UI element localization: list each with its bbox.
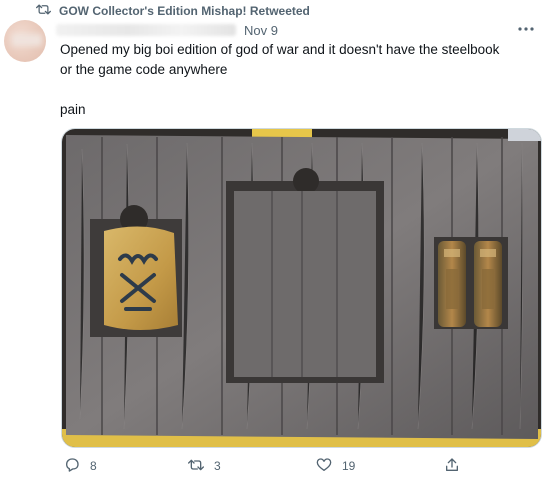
retweet-banner[interactable]: GOW Collector's Edition Mishap! Retweete… xyxy=(36,3,310,19)
share-button[interactable] xyxy=(444,456,460,476)
avatar[interactable] xyxy=(4,20,46,62)
tweet-actions-bar: 8 3 19 xyxy=(60,456,480,476)
pouch-image xyxy=(104,226,178,330)
tweet-date[interactable]: Nov 9 xyxy=(244,23,278,38)
redacted-username[interactable] xyxy=(56,24,236,36)
like-count: 19 xyxy=(342,459,356,473)
more-options-icon[interactable] xyxy=(514,20,538,38)
retweet-action-icon xyxy=(188,457,204,476)
retweet-button[interactable]: 3 xyxy=(188,456,221,476)
reply-button[interactable]: 8 xyxy=(64,456,97,476)
retweet-icon xyxy=(36,3,51,19)
like-button[interactable]: 19 xyxy=(316,456,355,476)
tweet-text: Opened my big boi edition of god of war … xyxy=(60,42,500,117)
share-icon xyxy=(444,457,460,476)
reply-icon xyxy=(64,457,80,476)
tweet-header: Nov 9 xyxy=(56,22,278,38)
retweet-count: 3 xyxy=(214,459,221,473)
reply-count: 8 xyxy=(90,459,97,473)
heart-icon xyxy=(316,457,332,476)
tweet-media-image[interactable] xyxy=(61,128,542,448)
retweet-banner-text: GOW Collector's Edition Mishap! Retweete… xyxy=(59,4,310,18)
